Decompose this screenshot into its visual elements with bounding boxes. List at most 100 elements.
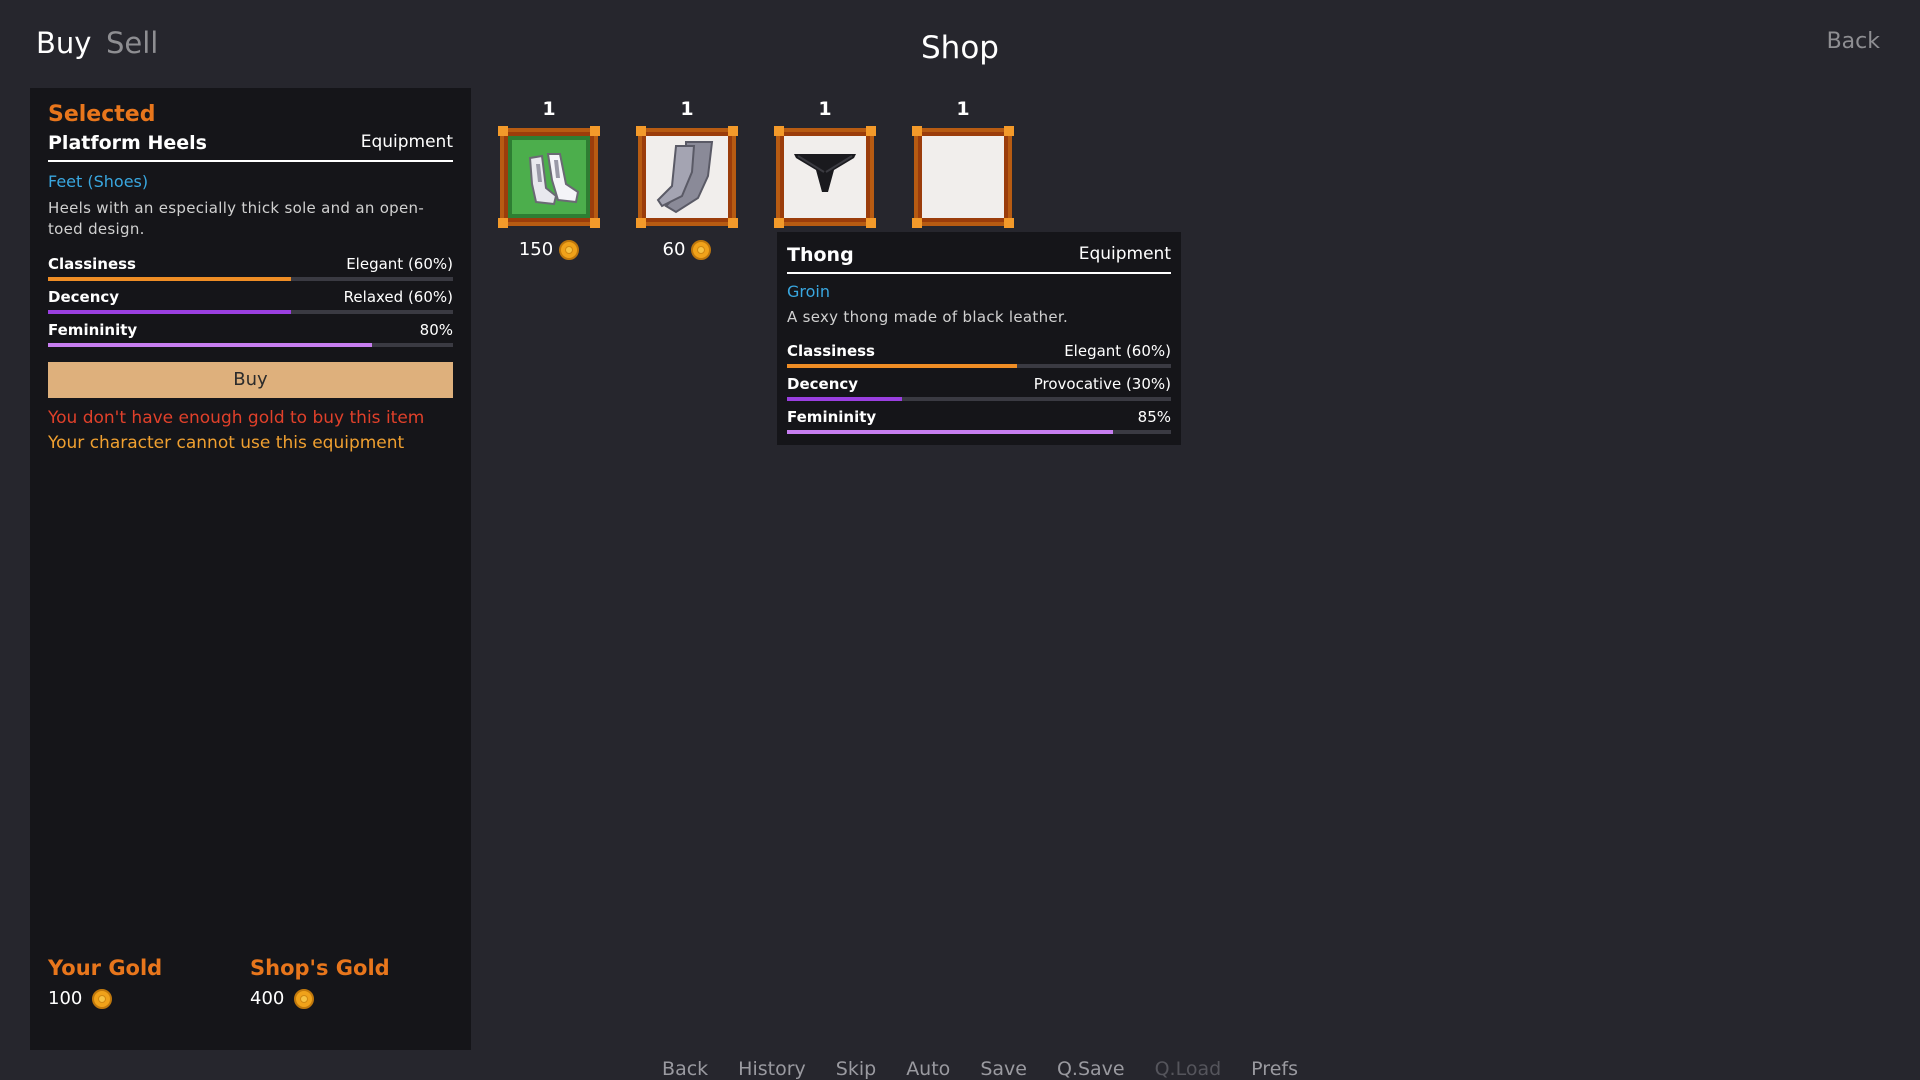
slot-corner [866, 126, 876, 136]
tooltip-item-name: Thong [787, 244, 854, 266]
your-gold-label: Your Gold [48, 956, 163, 980]
shop-gold-value: 400 [250, 988, 315, 1009]
selected-item-panel: Selected Platform Heels Equipment Feet (… [30, 88, 471, 1050]
slot-background [508, 136, 590, 218]
stat-name: Classiness [787, 342, 875, 360]
slot-corner [774, 126, 784, 136]
platform-heels-icon [528, 153, 580, 206]
stat-name: Femininity [787, 408, 877, 426]
warning-cannot-use: Your character cannot use this equipment [48, 433, 405, 453]
stat-value: Relaxed (60%) [343, 288, 453, 306]
slot-corner [728, 126, 738, 136]
shop-slot-stockings[interactable] [636, 126, 738, 228]
shop-slot-empty[interactable] [912, 126, 1014, 228]
your-gold-amount: 100 [48, 988, 83, 1009]
slot-background [784, 136, 866, 218]
shop-gold-label: Shop's Gold [250, 956, 390, 980]
page-title: Shop [921, 30, 999, 66]
thong-icon [794, 154, 856, 192]
slot-corner [636, 126, 646, 136]
slot-background [922, 136, 1004, 218]
stat-value: 80% [419, 321, 453, 339]
item-tooltip: Thong Equipment Groin A sexy thong made … [777, 232, 1181, 445]
stat-name: Decency [787, 375, 859, 393]
stat-decency: Decency Relaxed (60%) [48, 288, 453, 314]
stat-value: Provocative (30%) [1033, 375, 1171, 393]
gold-coin-icon [294, 988, 315, 1009]
tooltip-name-row: Thong Equipment [787, 244, 1171, 274]
slot-corner [774, 218, 784, 228]
item-price-value: 150 [518, 239, 554, 260]
stat-classiness: Classiness Elegant (60%) [48, 255, 453, 281]
quick-menu-skip[interactable]: Skip [836, 1058, 876, 1080]
quick-menu-save[interactable]: Save [980, 1058, 1027, 1080]
item-count: 1 [542, 98, 556, 120]
stat-bar-fill [48, 343, 372, 347]
tooltip-stat-femininity: Femininity 85% [787, 408, 1171, 434]
slot-corner [590, 218, 600, 228]
slot-corner [590, 126, 600, 136]
gold-coin-icon [691, 239, 712, 260]
stat-name: Classiness [48, 255, 136, 273]
stat-bar [787, 364, 1171, 368]
slot-background [646, 136, 728, 218]
quick-menu-qload: Q.Load [1154, 1058, 1222, 1080]
quick-menu-prefs[interactable]: Prefs [1251, 1058, 1298, 1080]
stat-value: Elegant (60%) [1064, 342, 1171, 360]
your-gold-value: 100 [48, 988, 113, 1009]
stockings-icon [656, 141, 714, 214]
selected-item-category: Equipment [360, 132, 453, 152]
tooltip-item-category: Equipment [1078, 244, 1171, 264]
slot-corner [866, 218, 876, 228]
warning-not-enough-gold: You don't have enough gold to buy this i… [48, 408, 425, 428]
slot-corner [1004, 218, 1014, 228]
item-price: 150 [500, 239, 598, 260]
quick-menu-auto[interactable]: Auto [906, 1058, 950, 1080]
item-price-value: 60 [662, 239, 686, 260]
gold-coin-icon [92, 988, 113, 1009]
stat-name: Femininity [48, 321, 138, 339]
buy-button[interactable]: Buy [48, 362, 453, 398]
stat-bar-fill [787, 364, 1018, 368]
tooltip-stat-classiness: Classiness Elegant (60%) [787, 342, 1171, 368]
shop-gold-amount: 400 [250, 988, 285, 1009]
stat-value: Elegant (60%) [346, 255, 453, 273]
stat-bar [48, 343, 453, 347]
selected-item-slot: Feet (Shoes) [48, 172, 149, 191]
stat-bar-fill [787, 397, 903, 401]
stat-name: Decency [48, 288, 120, 306]
stat-bar [787, 397, 1171, 401]
stat-bar-fill [48, 310, 291, 314]
stat-bar [48, 310, 453, 314]
selected-name-row: Platform Heels Equipment [48, 132, 453, 162]
item-count: 1 [956, 98, 970, 120]
quick-menu: Back History Skip Auto Save Q.Save Q.Loa… [0, 1058, 1920, 1080]
quick-menu-back[interactable]: Back [662, 1058, 708, 1080]
quick-menu-history[interactable]: History [738, 1058, 806, 1080]
slot-corner [498, 218, 508, 228]
gold-coin-icon [559, 239, 580, 260]
tooltip-item-slot: Groin [787, 282, 830, 301]
slot-corner [728, 218, 738, 228]
quick-menu-qsave[interactable]: Q.Save [1057, 1058, 1125, 1080]
slot-corner [912, 126, 922, 136]
slot-corner [1004, 126, 1014, 136]
stat-bar-fill [787, 430, 1114, 434]
stat-femininity: Femininity 80% [48, 321, 453, 347]
item-count: 1 [818, 98, 832, 120]
selected-heading: Selected [48, 102, 156, 127]
selected-item-name: Platform Heels [48, 132, 207, 154]
slot-corner [912, 218, 922, 228]
shop-slot-thong[interactable] [774, 126, 876, 228]
stat-value: 85% [1137, 408, 1171, 426]
tooltip-item-description: A sexy thong made of black leather. [787, 308, 1069, 326]
stat-bar [787, 430, 1171, 434]
selected-item-description: Heels with an especially thick sole and … [48, 199, 425, 238]
slot-corner [498, 126, 508, 136]
back-button[interactable]: Back [1827, 29, 1880, 54]
shop-slot-platform-heels[interactable] [498, 126, 600, 228]
tooltip-stat-decency: Decency Provocative (30%) [787, 375, 1171, 401]
item-price: 60 [638, 239, 736, 260]
stat-bar-fill [48, 277, 291, 281]
item-count: 1 [680, 98, 694, 120]
